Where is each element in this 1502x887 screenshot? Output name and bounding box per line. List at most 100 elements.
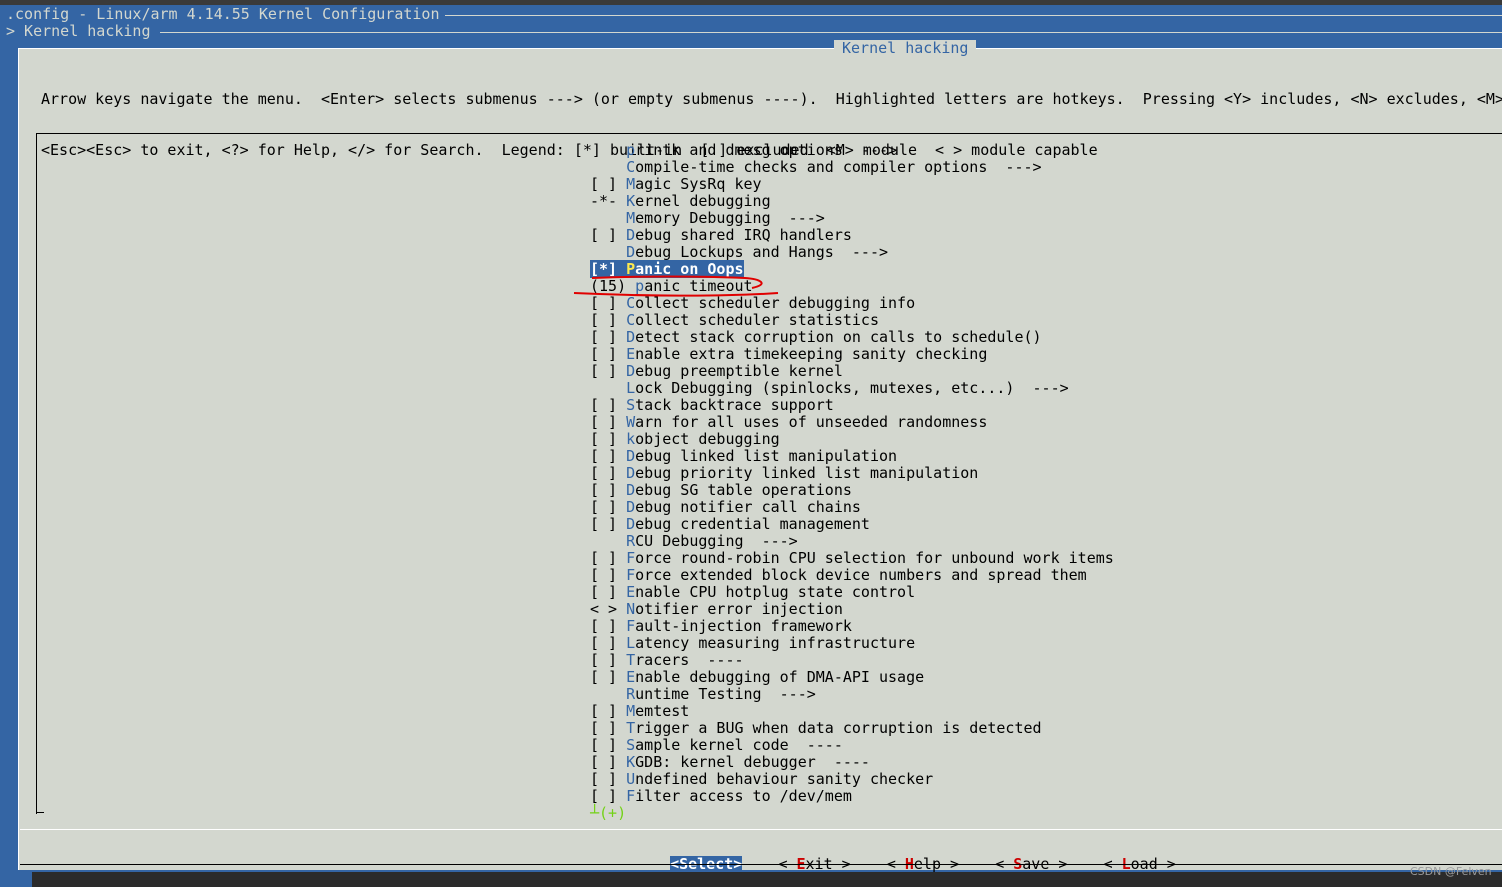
menu-item-label: ample kernel code ----	[635, 736, 843, 754]
menu-item-text: [*] Panic on Oops	[590, 260, 744, 278]
menu-item-hotkey: L	[626, 634, 636, 652]
menu-item-selected[interactable]: [*] Panic on Oops	[590, 260, 1114, 278]
menu-item-text: (15) panic timeout	[590, 277, 753, 295]
menu-item[interactable]: [ ] Force round-robin CPU selection for …	[590, 550, 1114, 567]
menu-item-hotkey: E	[626, 583, 636, 601]
menu-item[interactable]: Compile-time checks and compiler options…	[590, 159, 1114, 176]
menu-item[interactable]: [ ] KGDB: kernel debugger ----	[590, 754, 1114, 771]
menu-item-text: RCU Debugging --->	[590, 532, 798, 550]
menu-list[interactable]: printk and dmesg options ---> Compile-ti…	[590, 142, 1114, 805]
menu-item[interactable]: [ ] Magic SysRq key	[590, 176, 1114, 193]
menu-item-label: anic on Oops	[635, 260, 744, 278]
menu-item[interactable]: Lock Debugging (spinlocks, mutexes, etc.…	[590, 380, 1114, 397]
menu-item[interactable]: [ ] Trigger a BUG when data corruption i…	[590, 720, 1114, 737]
menu-item-state: [ ]	[590, 362, 627, 380]
menu-item-state: [ ]	[590, 328, 627, 346]
menu-item[interactable]: [ ] Debug preemptible kernel	[590, 363, 1114, 380]
menu-item-text: [ ] kobject debugging	[590, 430, 780, 448]
breadcrumb: > Kernel hacking	[6, 22, 151, 40]
menu-item-hotkey: F	[626, 566, 636, 584]
menu-item[interactable]: RCU Debugging --->	[590, 533, 1114, 550]
menu-item-state: [ ]	[590, 634, 627, 652]
menu-item-state	[590, 685, 626, 703]
menu-item[interactable]: [ ] Debug credential management	[590, 516, 1114, 533]
menu-item[interactable]: [ ] Collect scheduler statistics	[590, 312, 1114, 329]
menu-item-text: [ ] Debug linked list manipulation	[590, 447, 897, 465]
menu-item-hotkey: T	[626, 719, 636, 737]
menu-item[interactable]: [ ] Debug shared IRQ handlers	[590, 227, 1114, 244]
menu-item-state: [ ]	[590, 311, 627, 329]
menu-item-hotkey: D	[626, 362, 636, 380]
menu-item-hotkey: k	[626, 430, 636, 448]
menu-item-state: [ ]	[590, 583, 627, 601]
menu-item-label: orce extended block device numbers and s…	[635, 566, 1087, 584]
menu-item-text: Runtime Testing --->	[590, 685, 816, 703]
menu-item-text: < > Notifier error injection	[590, 600, 843, 618]
menu-item[interactable]: [ ] Debug SG table operations	[590, 482, 1114, 499]
menu-item-state: -*-	[590, 192, 627, 210]
menu-item[interactable]: [ ] Fault-injection framework	[590, 618, 1114, 635]
more-items-indicator: ┴(+)	[590, 804, 627, 822]
menu-item[interactable]: [ ] Debug notifier call chains	[590, 499, 1114, 516]
menu-item-text: [ ] Stack backtrace support	[590, 396, 834, 414]
menu-item[interactable]: [ ] Enable extra timekeeping sanity chec…	[590, 346, 1114, 363]
menu-item-text: [ ] Force extended block device numbers …	[590, 566, 1087, 584]
menu-item[interactable]: [ ] Enable debugging of DMA-API usage	[590, 669, 1114, 686]
menu-item-label: etect stack corruption on calls to sched…	[635, 328, 1042, 346]
menu-item-state: [ ]	[590, 226, 627, 244]
menu-item-hotkey: D	[626, 464, 636, 482]
menu-item[interactable]: (15) panic timeout	[590, 278, 1114, 295]
menu-item[interactable]: [ ] Collect scheduler debugging info	[590, 295, 1114, 312]
menu-item[interactable]: [ ] Warn for all uses of unseeded random…	[590, 414, 1114, 431]
menu-item-hotkey: D	[626, 498, 636, 516]
menu-item-label: ebug Lockups and Hangs --->	[635, 243, 889, 261]
menu-item-hotkey: K	[626, 192, 636, 210]
watermark: CSDN @Felven	[1410, 865, 1492, 878]
menu-item-text: [ ] Enable debugging of DMA-API usage	[590, 668, 924, 686]
menu-item-label: ock Debugging (spinlocks, mutexes, etc..…	[635, 379, 1069, 397]
menu-item-state: [ ]	[590, 651, 627, 669]
menu-item[interactable]: Debug Lockups and Hangs --->	[590, 244, 1114, 261]
menu-item[interactable]: [ ] Filter access to /dev/mem	[590, 788, 1114, 805]
menu-item-label: rigger a BUG when data corruption is det…	[635, 719, 1042, 737]
dialog-bottom-border	[20, 864, 1502, 865]
menu-item-hotkey: F	[626, 549, 636, 567]
menu-item-state: [ ]	[590, 498, 627, 516]
menu-item[interactable]: [ ] Memtest	[590, 703, 1114, 720]
menu-item[interactable]: [ ] Undefined behaviour sanity checker	[590, 771, 1114, 788]
menu-item[interactable]: < > Notifier error injection	[590, 601, 1114, 618]
menu-item-hotkey: T	[626, 651, 636, 669]
menu-item-label: untime Testing --->	[635, 685, 816, 703]
menu-item[interactable]: [ ] Tracers ----	[590, 652, 1114, 669]
menu-item-text: [ ] Detect stack corruption on calls to …	[590, 328, 1042, 346]
menu-item-text: [ ] Collect scheduler statistics	[590, 311, 879, 329]
menu-item[interactable]: [ ] Enable CPU hotplug state control	[590, 584, 1114, 601]
menu-item-label: ebug credential management	[635, 515, 870, 533]
menu-item[interactable]: printk and dmesg options --->	[590, 142, 1114, 159]
menu-item[interactable]: [ ] Detect stack corruption on calls to …	[590, 329, 1114, 346]
menu-item-text: [ ] KGDB: kernel debugger ----	[590, 753, 870, 771]
menu-item-state: [*]	[590, 260, 627, 278]
menu-item[interactable]: [ ] Stack backtrace support	[590, 397, 1114, 414]
menu-item-state	[590, 158, 626, 176]
menu-item-hotkey: K	[626, 753, 636, 771]
menu-item-label: racers ----	[635, 651, 744, 669]
menu-item-text: [ ] Trigger a BUG when data corruption i…	[590, 719, 1042, 737]
menu-item[interactable]: -*- Kernel debugging	[590, 193, 1114, 210]
menu-item[interactable]: [ ] Debug linked list manipulation	[590, 448, 1114, 465]
menu-item[interactable]: [ ] kobject debugging	[590, 431, 1114, 448]
menu-item-hotkey: L	[626, 379, 636, 397]
menu-item[interactable]: Runtime Testing --->	[590, 686, 1114, 703]
menu-item-hotkey: M	[626, 175, 636, 193]
menu-item-text: [ ] Debug preemptible kernel	[590, 362, 843, 380]
window-bottom-strip	[0, 872, 1502, 887]
menu-item[interactable]: [ ] Sample kernel code ----	[590, 737, 1114, 754]
menu-item-state: [ ]	[590, 668, 627, 686]
menu-item-label: otifier error injection	[635, 600, 843, 618]
menu-item[interactable]: Memory Debugging --->	[590, 210, 1114, 227]
menu-item[interactable]: [ ] Latency measuring infrastructure	[590, 635, 1114, 652]
menu-item[interactable]: [ ] Force extended block device numbers …	[590, 567, 1114, 584]
menu-item-state	[590, 243, 626, 261]
button-bar: <Select> < Exit > < Help > < Save > < Lo…	[652, 839, 1176, 873]
menu-item[interactable]: [ ] Debug priority linked list manipulat…	[590, 465, 1114, 482]
